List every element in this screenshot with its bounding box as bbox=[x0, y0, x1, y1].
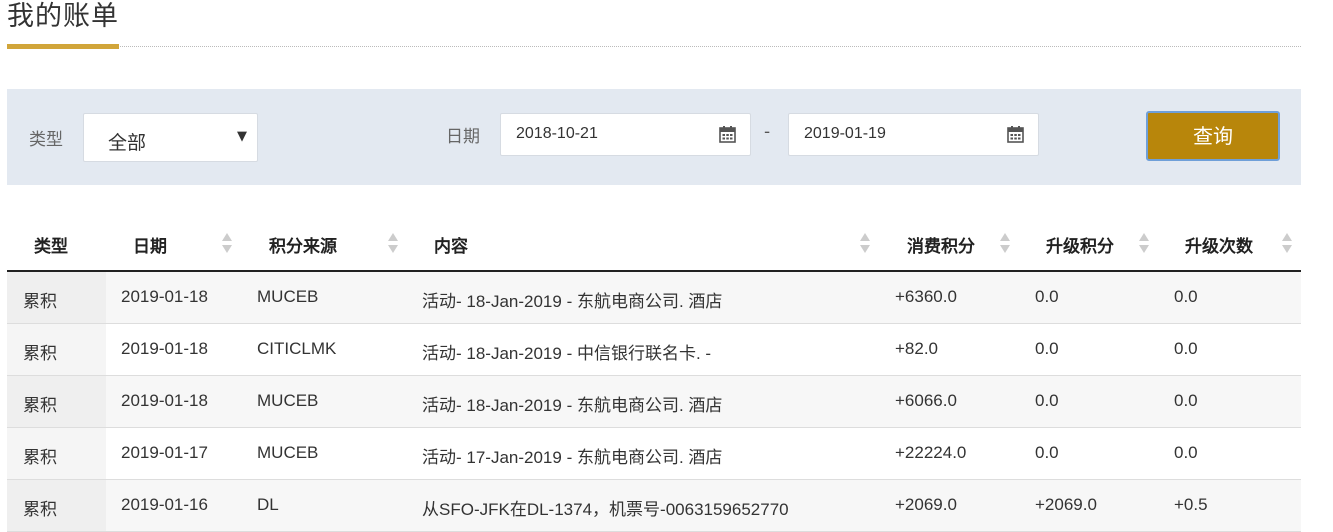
table-row: 累积 2019-01-18 MUCEB 活动- 18-Jan-2019 - 东航… bbox=[7, 272, 1301, 324]
chevron-down-icon: ▼ bbox=[237, 129, 247, 144]
cell-upgrade-count: 0.0 bbox=[1174, 287, 1198, 306]
header-date[interactable]: 日期 bbox=[133, 232, 167, 257]
cell-upgrade-points: +2069.0 bbox=[1035, 495, 1097, 514]
cell-upgrade-count: 0.0 bbox=[1174, 391, 1198, 410]
date-from-input[interactable]: 2018-10-21 bbox=[500, 113, 751, 156]
cell-source: MUCEB bbox=[257, 443, 319, 462]
sort-icon[interactable] bbox=[1282, 231, 1292, 255]
cell-upgrade-points: 0.0 bbox=[1035, 443, 1059, 462]
date-from-value: 2018-10-21 bbox=[516, 125, 598, 142]
cell-content: 活动- 18-Jan-2019 - 中信银行联名卡. - bbox=[422, 344, 712, 363]
cell-source: MUCEB bbox=[257, 287, 319, 306]
query-button[interactable]: 查询 bbox=[1146, 111, 1280, 161]
cell-spend-points: +6066.0 bbox=[895, 391, 957, 410]
cell-spend-points: +2069.0 bbox=[895, 495, 957, 514]
type-select[interactable]: 全部 ▼ bbox=[83, 113, 258, 162]
header-upgrade-points[interactable]: 升级积分 bbox=[1046, 232, 1114, 257]
cell-type: 累积 bbox=[23, 448, 57, 467]
cell-date: 2019-01-18 bbox=[121, 339, 208, 358]
sort-icon[interactable] bbox=[388, 231, 398, 255]
cell-date: 2019-01-16 bbox=[121, 495, 208, 514]
date-to-value: 2019-01-19 bbox=[804, 125, 886, 142]
sort-icon[interactable] bbox=[1000, 231, 1010, 255]
table-header: 类型 日期 积分来源 内容 消费积分 升级积分 升级次数 bbox=[7, 218, 1301, 272]
header-type[interactable]: 类型 bbox=[34, 232, 68, 257]
header-spend-points[interactable]: 消费积分 bbox=[907, 232, 975, 257]
date-label: 日期 bbox=[446, 127, 480, 147]
cell-upgrade-points: 0.0 bbox=[1035, 391, 1059, 410]
cell-source: CITICLMK bbox=[257, 339, 337, 358]
sort-icon[interactable] bbox=[860, 231, 870, 255]
date-to-input[interactable]: 2019-01-19 bbox=[788, 113, 1039, 156]
cell-source: MUCEB bbox=[257, 391, 319, 410]
cell-spend-points: +82.0 bbox=[895, 339, 939, 358]
cell-upgrade-count: 0.0 bbox=[1174, 443, 1198, 462]
sort-icon[interactable] bbox=[222, 231, 232, 255]
cell-source: DL bbox=[257, 495, 279, 514]
type-select-value: 全部 bbox=[108, 132, 147, 154]
title-accent-bar bbox=[7, 44, 119, 49]
bill-table: 类型 日期 积分来源 内容 消费积分 升级积分 升级次数 累积 2019-01-… bbox=[7, 218, 1301, 532]
cell-upgrade-count: 0.0 bbox=[1174, 339, 1198, 358]
cell-spend-points: +6360.0 bbox=[895, 287, 957, 306]
cell-content: 活动- 18-Jan-2019 - 东航电商公司. 酒店 bbox=[422, 292, 723, 311]
cell-spend-points: +22224.0 bbox=[895, 443, 967, 462]
cell-content: 从SFO-JFK在DL-1374，机票号-0063159652770 bbox=[422, 500, 789, 519]
filter-bar: 类型 全部 ▼ 日期 2018-10-21 - 2019-01-19 查询 bbox=[7, 89, 1301, 185]
cell-content: 活动- 17-Jan-2019 - 东航电商公司. 酒店 bbox=[422, 448, 723, 467]
calendar-icon[interactable] bbox=[1007, 126, 1024, 143]
table-row: 累积 2019-01-17 MUCEB 活动- 17-Jan-2019 - 东航… bbox=[7, 428, 1301, 480]
title-divider bbox=[7, 46, 1301, 47]
calendar-icon[interactable] bbox=[719, 126, 736, 143]
table-row: 累积 2019-01-16 DL 从SFO-JFK在DL-1374，机票号-00… bbox=[7, 480, 1301, 532]
cell-date: 2019-01-18 bbox=[121, 287, 208, 306]
table-row: 累积 2019-01-18 MUCEB 活动- 18-Jan-2019 - 东航… bbox=[7, 376, 1301, 428]
header-source[interactable]: 积分来源 bbox=[269, 232, 337, 257]
type-label: 类型 bbox=[29, 130, 63, 150]
cell-type: 累积 bbox=[23, 396, 57, 415]
cell-date: 2019-01-17 bbox=[121, 443, 208, 462]
cell-type: 累积 bbox=[23, 344, 57, 363]
cell-date: 2019-01-18 bbox=[121, 391, 208, 410]
cell-type: 累积 bbox=[23, 500, 57, 519]
cell-upgrade-points: 0.0 bbox=[1035, 287, 1059, 306]
table-row: 累积 2019-01-18 CITICLMK 活动- 18-Jan-2019 -… bbox=[7, 324, 1301, 376]
page-title: 我的账单 bbox=[7, 1, 119, 32]
date-separator: - bbox=[764, 122, 771, 142]
header-upgrade-count[interactable]: 升级次数 bbox=[1185, 232, 1253, 257]
cell-type: 累积 bbox=[23, 292, 57, 311]
header-content[interactable]: 内容 bbox=[434, 232, 468, 257]
sort-icon[interactable] bbox=[1139, 231, 1149, 255]
cell-upgrade-count: +0.5 bbox=[1174, 495, 1208, 514]
cell-content: 活动- 18-Jan-2019 - 东航电商公司. 酒店 bbox=[422, 396, 723, 415]
cell-upgrade-points: 0.0 bbox=[1035, 339, 1059, 358]
